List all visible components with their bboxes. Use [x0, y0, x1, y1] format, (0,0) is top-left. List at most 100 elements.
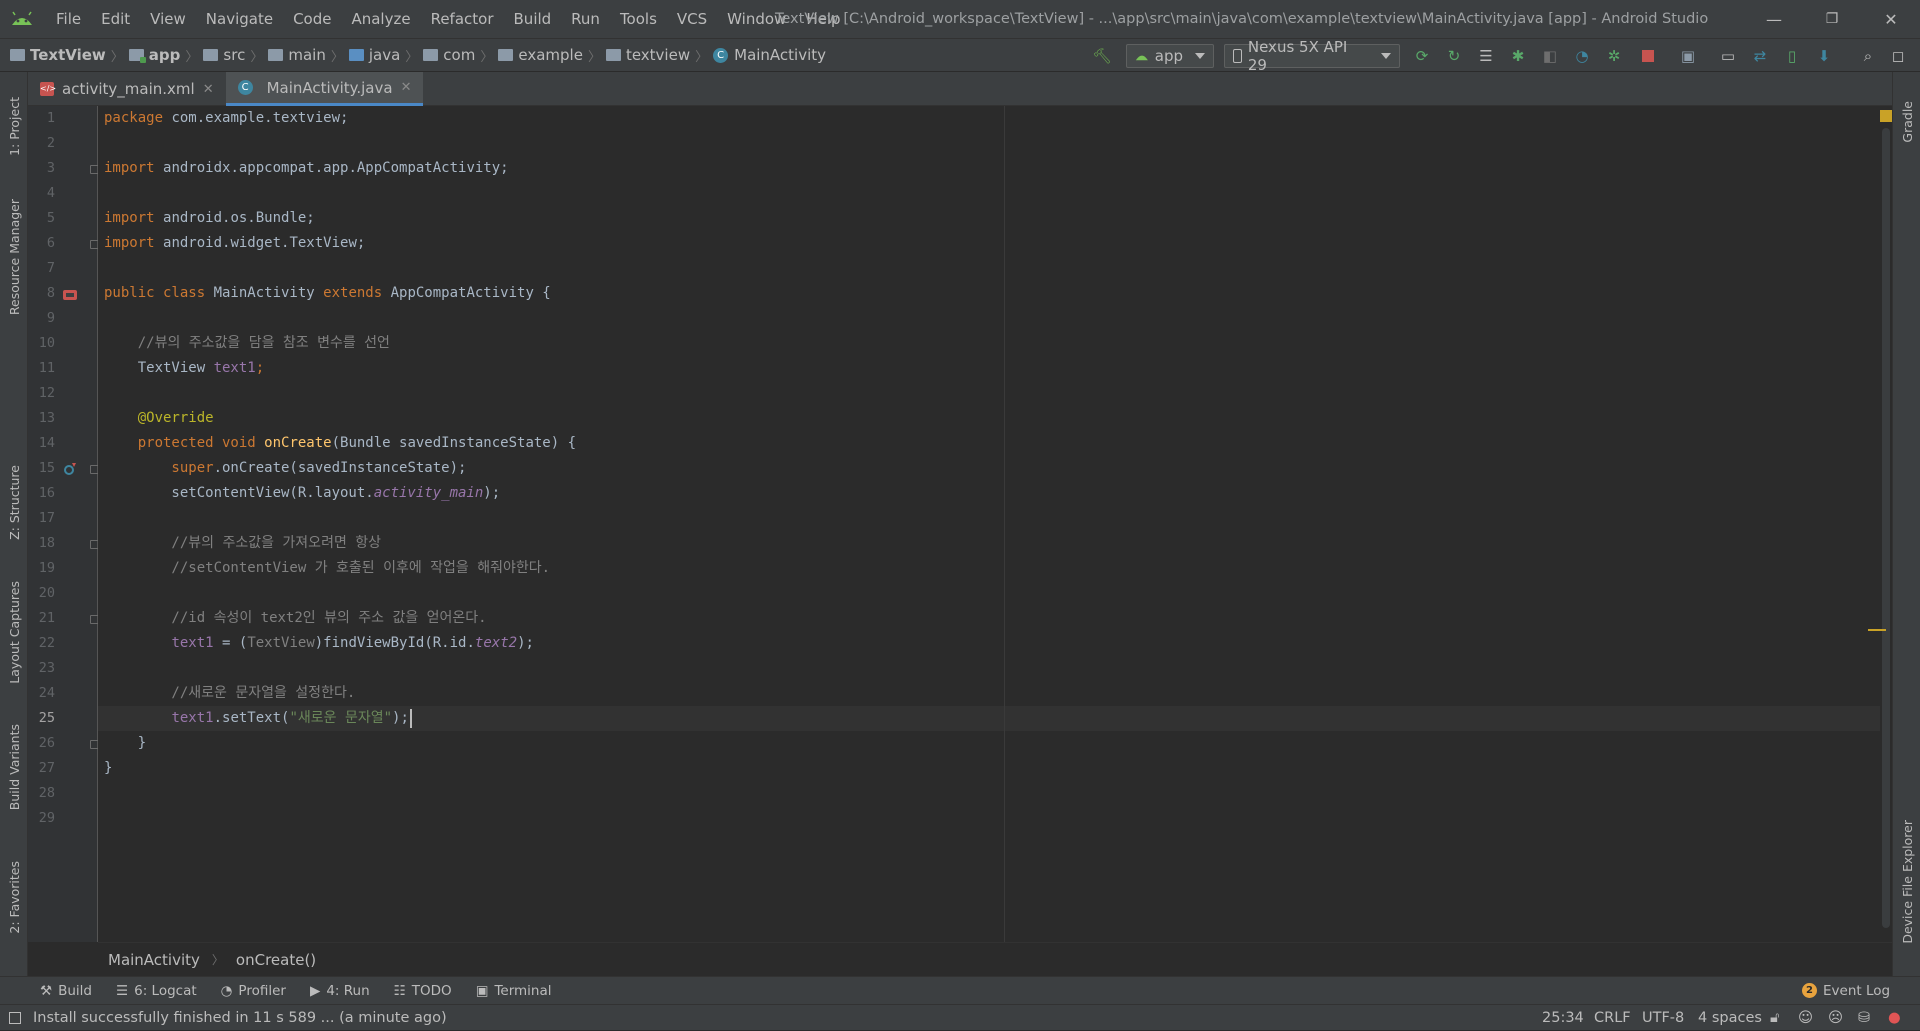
memory-indicator-icon[interactable]: ⛁: [1858, 1005, 1870, 1031]
breadcrumb-textview-package[interactable]: textview: [626, 46, 690, 64]
toggle-tool-windows-icon[interactable]: [9, 1011, 21, 1024]
editor-breadcrumb: MainActivity 〉 onCreate(): [98, 942, 1892, 976]
menu-edit[interactable]: Edit: [91, 0, 140, 38]
debug-bug-icon[interactable]: ✱: [1506, 43, 1530, 69]
menu-run[interactable]: Run: [561, 0, 610, 38]
class-icon: C: [237, 80, 253, 95]
tab-mainactivity-java[interactable]: C MainActivity.java ✕: [225, 72, 424, 106]
breadcrumb-mainactivity[interactable]: MainActivity: [734, 46, 826, 64]
account-icon[interactable]: ◻: [1886, 43, 1910, 69]
title-bar: File Edit View Navigate Code Analyze Ref…: [0, 0, 1920, 38]
coverage-icon[interactable]: ◧: [1538, 43, 1562, 69]
lock-icon[interactable]: 🔓︎: [1770, 1005, 1779, 1031]
package-icon: [423, 49, 439, 61]
search-icon[interactable]: ⌕: [1856, 43, 1880, 69]
run-config-select[interactable]: app: [1126, 44, 1214, 68]
avd-manager-icon[interactable]: ▯: [1780, 43, 1804, 69]
tool-favorites[interactable]: 2: Favorites: [0, 852, 28, 942]
code-line-16: setContentView(R.layout.activity_main);: [104, 485, 501, 501]
folder-icon: [268, 49, 284, 61]
tool-terminal[interactable]: ▣ Terminal: [464, 983, 564, 999]
make-project-hammer-icon[interactable]: 🔨︎: [1090, 43, 1114, 69]
apply-code-changes-icon[interactable]: ↻: [1442, 43, 1466, 69]
feedback-happy-icon[interactable]: ☺: [1798, 1005, 1813, 1031]
code-line-6: import android.widget.TextView;: [104, 235, 366, 251]
warning-status-icon[interactable]: [1880, 110, 1892, 122]
project-structure-icon[interactable]: ▣: [1676, 43, 1700, 69]
breadcrumb-java[interactable]: java: [369, 46, 400, 64]
scrollbar-thumb[interactable]: [1882, 128, 1890, 928]
android-studio-logo-icon: [12, 11, 32, 25]
warning-marker[interactable]: [1868, 629, 1886, 631]
tool-project[interactable]: 1: Project: [0, 86, 28, 166]
navigation-bar: TextView 〉 app 〉 src 〉 main 〉 java 〉 com 〉 exa…: [0, 38, 1920, 74]
close-window-button[interactable]: ✕: [1862, 0, 1920, 38]
breadcrumb-textview[interactable]: TextView: [30, 46, 106, 64]
line-number: 7: [46, 260, 55, 276]
tool-resource-manager[interactable]: Resource Manager: [0, 192, 28, 322]
tool-gradle[interactable]: Gradle: [1893, 82, 1920, 162]
line-number: 27: [38, 760, 55, 776]
tool-structure[interactable]: Z: Structure: [0, 452, 28, 552]
editor-tabs: </> activity_main.xml ✕ C MainActivity.j…: [28, 72, 1892, 106]
attach-debugger-icon[interactable]: ✲: [1602, 43, 1626, 69]
minimize-button[interactable]: —: [1745, 0, 1803, 38]
indent-setting[interactable]: 4 spaces: [1698, 1005, 1762, 1031]
line-number: 16: [38, 485, 55, 501]
tool-build[interactable]: ⚒ Build: [28, 983, 104, 999]
breadcrumb-src[interactable]: src: [223, 46, 245, 64]
file-encoding[interactable]: UTF-8: [1642, 1005, 1684, 1031]
line-number: 11: [38, 360, 55, 376]
menu-navigate[interactable]: Navigate: [196, 0, 283, 38]
menu-code[interactable]: Code: [283, 0, 341, 38]
caret-position[interactable]: 25:34: [1542, 1005, 1584, 1031]
breadcrumb-example[interactable]: example: [518, 46, 583, 64]
list-icon[interactable]: ☰: [1474, 43, 1498, 69]
editor-scrollbar[interactable]: [1868, 106, 1892, 942]
restore-button[interactable]: ❐: [1803, 0, 1861, 38]
menu-tools[interactable]: Tools: [610, 0, 667, 38]
menu-view[interactable]: View: [140, 0, 196, 38]
override-method-gutter-icon[interactable]: [62, 461, 78, 477]
package-icon: [605, 49, 621, 61]
line-separator[interactable]: CRLF: [1594, 1005, 1631, 1031]
tool-build-variants[interactable]: Build Variants: [0, 712, 28, 822]
tool-todo[interactable]: ☷ TODO: [382, 983, 464, 999]
code-line-21: //id 속성이 text2인 뷰의 주소 값을 얻어온다.: [104, 610, 487, 626]
breadcrumb-main[interactable]: main: [288, 46, 325, 64]
tab-activity-main-xml[interactable]: </> activity_main.xml ✕: [28, 72, 226, 106]
android-activity-gutter-icon[interactable]: [62, 286, 78, 302]
breadcrumb-com[interactable]: com: [443, 46, 475, 64]
feedback-sad-icon[interactable]: ☹: [1828, 1005, 1843, 1031]
stop-icon[interactable]: [1636, 43, 1660, 69]
tool-run[interactable]: ▶ 4: Run: [298, 983, 382, 999]
event-log-button[interactable]: 2 Event Log: [1790, 983, 1902, 999]
sdk-manager-icon[interactable]: ⬇: [1812, 43, 1836, 69]
code-line-22: text1 = (TextView)findViewById(R.id.text…: [171, 635, 534, 651]
menu-refactor[interactable]: Refactor: [421, 0, 504, 38]
breadcrumb-app[interactable]: app: [149, 46, 181, 64]
menu-analyze[interactable]: Analyze: [341, 0, 420, 38]
code-line-26: }: [104, 735, 147, 751]
close-icon[interactable]: ✕: [401, 80, 412, 95]
tab-label: activity_main.xml: [62, 80, 195, 98]
breadcrumb-class[interactable]: MainActivity: [108, 951, 200, 969]
close-icon[interactable]: ✕: [203, 82, 214, 97]
status-message[interactable]: Install successfully finished in 11 s 58…: [33, 1010, 447, 1026]
tool-device-file-explorer[interactable]: Device File Explorer: [1893, 802, 1920, 962]
error-notification-icon[interactable]: ●: [1888, 1005, 1901, 1031]
profiler-gauge-icon[interactable]: ◔: [1570, 43, 1594, 69]
code-line-8: public class MainActivity extends AppCom…: [104, 285, 551, 301]
sync-gradle-icon[interactable]: ⇄: [1748, 43, 1772, 69]
tool-layout-captures[interactable]: Layout Captures: [0, 572, 28, 692]
tool-profiler[interactable]: ◔ Profiler: [209, 983, 298, 999]
tool-logcat[interactable]: ☰ 6: Logcat: [104, 983, 209, 999]
menu-vcs[interactable]: VCS: [667, 0, 717, 38]
code-editor[interactable]: package com.example.textview; import and…: [98, 106, 1892, 942]
menu-file[interactable]: File: [46, 0, 91, 38]
device-select[interactable]: Nexus 5X API 29: [1224, 38, 1400, 74]
apply-changes-restart-icon[interactable]: ⟳: [1410, 43, 1434, 69]
layout-inspector-icon[interactable]: ▭: [1716, 43, 1740, 69]
breadcrumb-method[interactable]: onCreate(): [236, 951, 316, 969]
menu-build[interactable]: Build: [504, 0, 562, 38]
